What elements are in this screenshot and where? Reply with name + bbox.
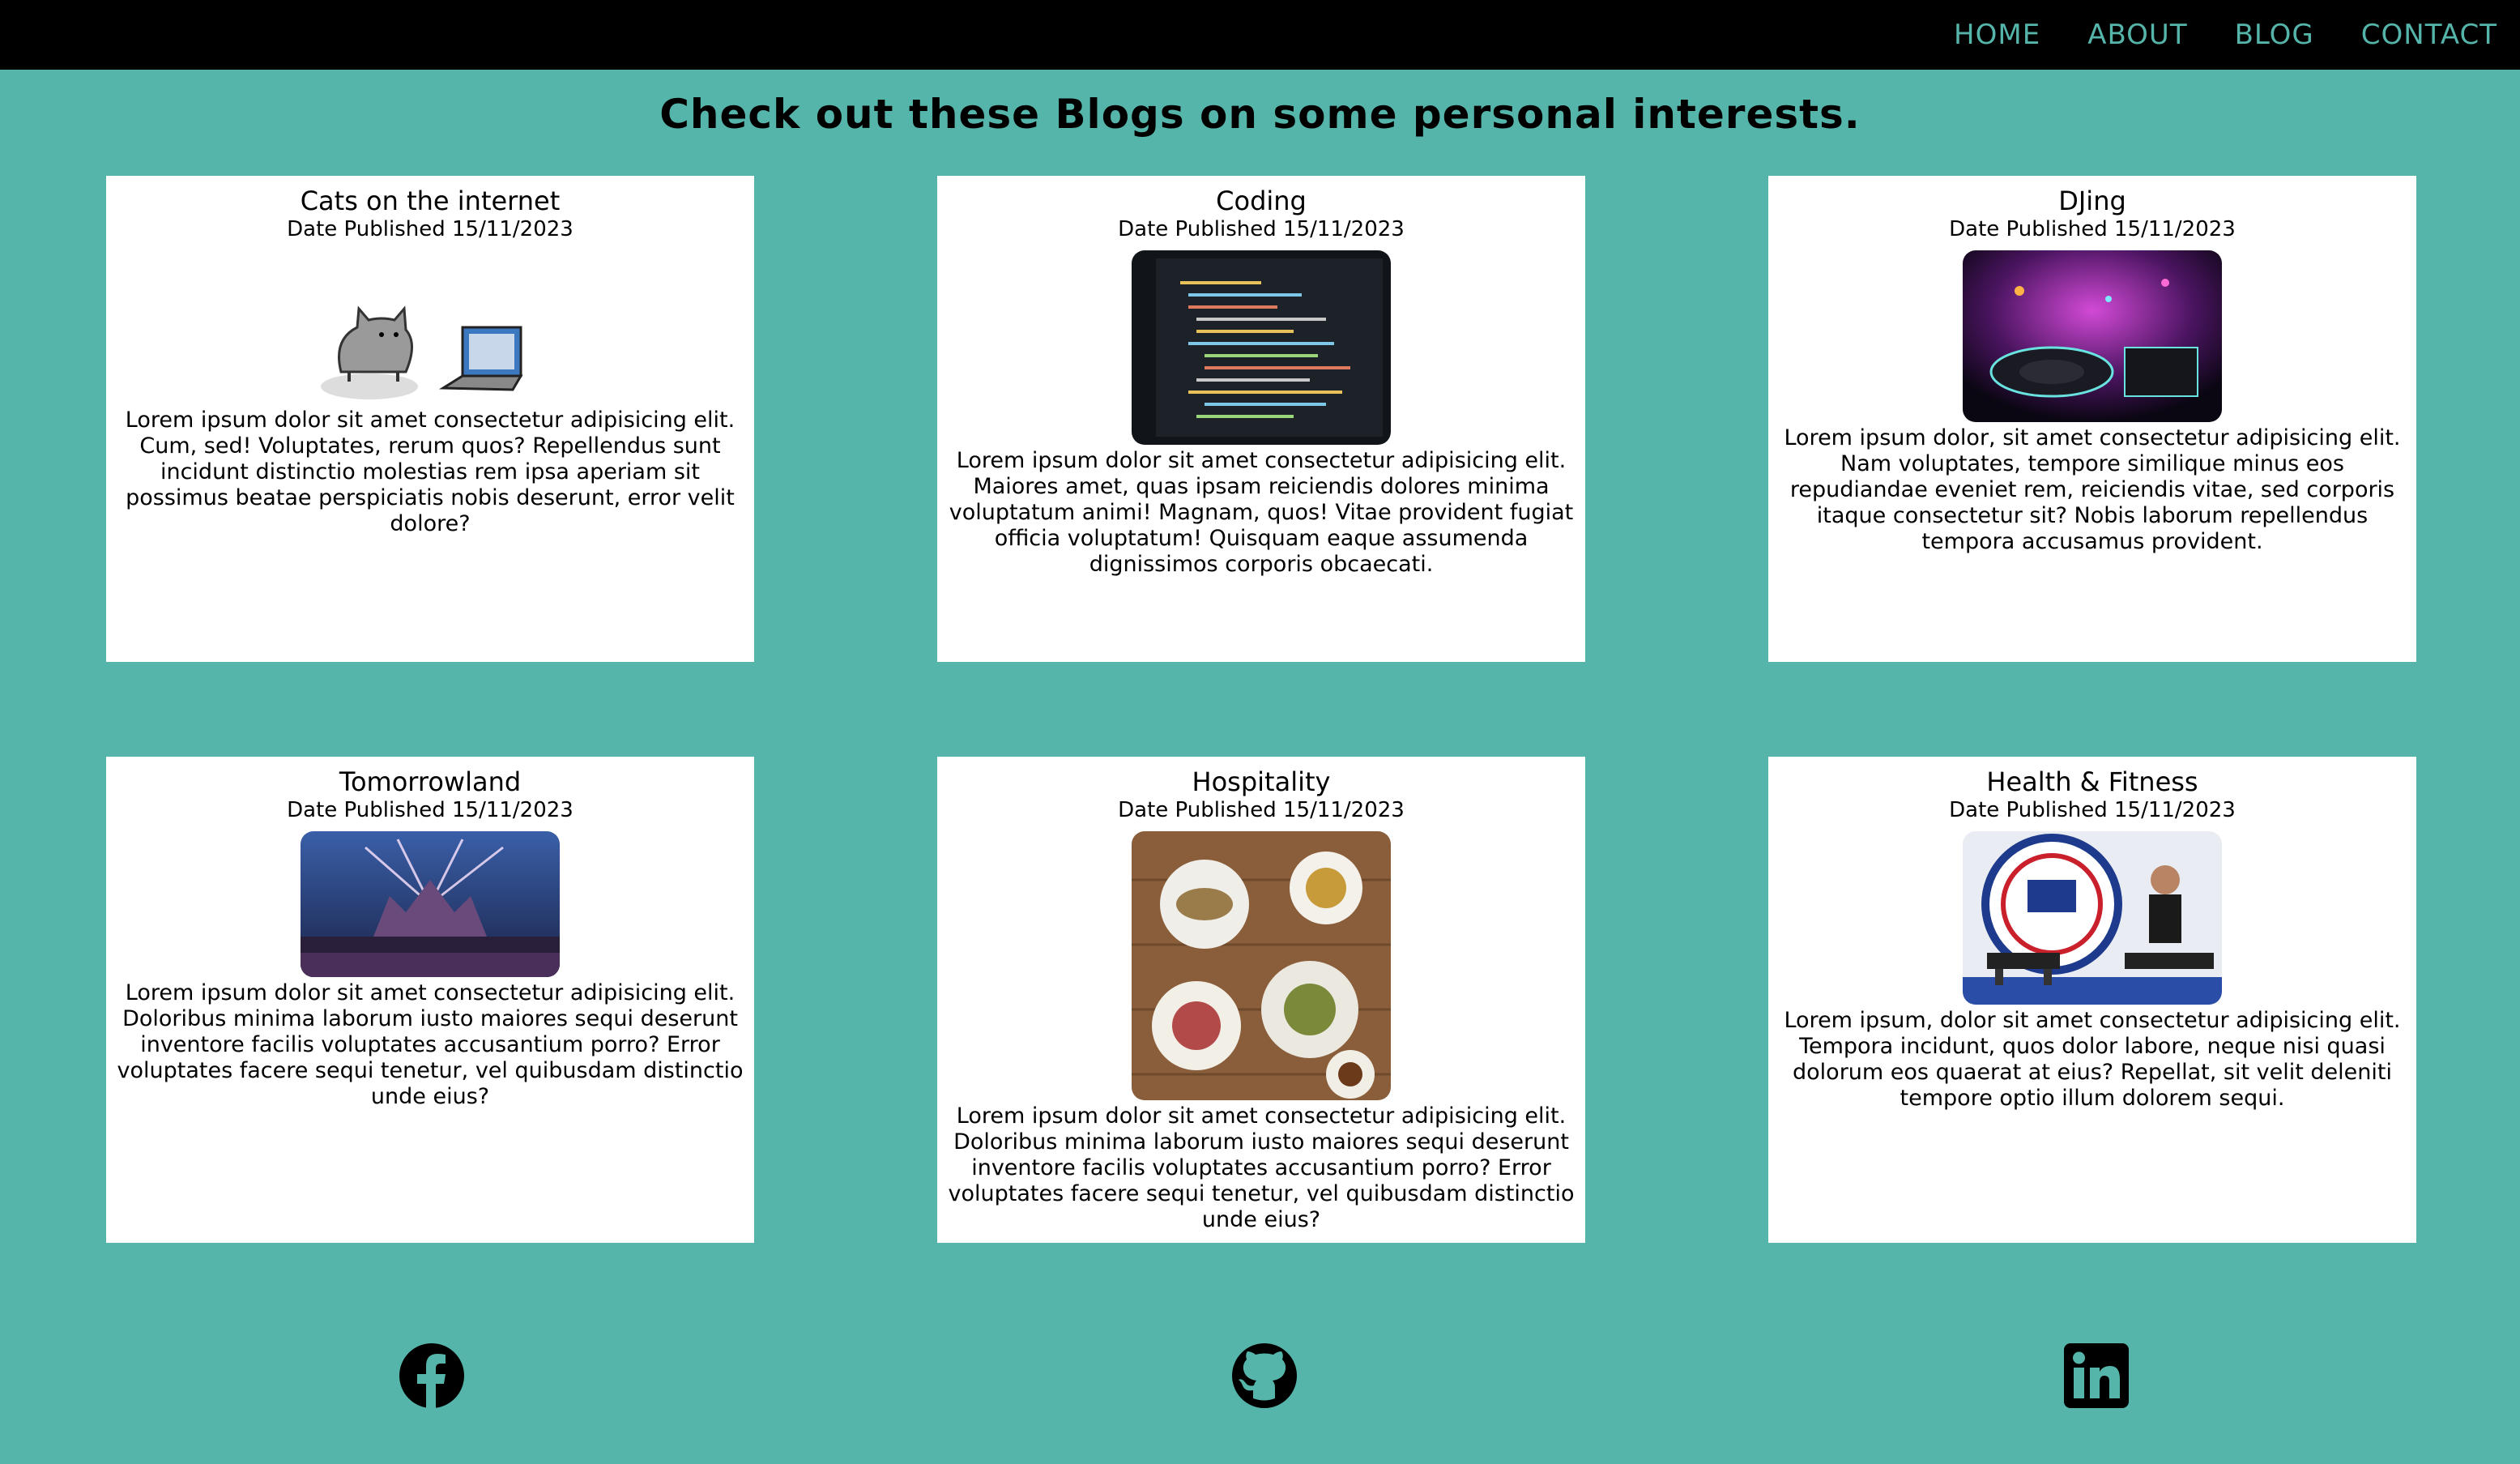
card-date: Date Published 15/11/2023	[287, 217, 574, 241]
festival-image	[301, 831, 560, 977]
blog-card-cats[interactable]: Cats on the internet Date Published 15/1…	[106, 176, 754, 662]
dj-deck-image	[1963, 250, 2222, 422]
nav-blog-link[interactable]: Blog	[2235, 19, 2314, 51]
card-date: Date Published 15/11/2023	[1949, 798, 2236, 822]
card-date: Date Published 15/11/2023	[1949, 217, 2236, 241]
cat-laptop-illustration	[301, 250, 560, 404]
card-body: Lorem ipsum dolor sit amet consectetur a…	[948, 1103, 1575, 1232]
card-date: Date Published 15/11/2023	[287, 798, 574, 822]
card-body: Lorem ipsum dolor, sit amet consectetur …	[1784, 425, 2401, 554]
coding-screen-image	[1132, 250, 1391, 445]
blog-card-coding[interactable]: Coding Date Published 15/11/2023 Lorem i…	[937, 176, 1585, 662]
card-title: Hospitality	[1192, 766, 1331, 797]
card-body: Lorem ipsum dolor sit amet consectetur a…	[949, 448, 1574, 577]
card-date: Date Published 15/11/2023	[1118, 217, 1405, 241]
nav-home-link[interactable]: Home	[1954, 19, 2040, 51]
card-body: Lorem ipsum dolor sit amet consectetur a…	[125, 408, 736, 536]
gym-image	[1963, 831, 2222, 1005]
nav-contact-link[interactable]: Contact	[2361, 19, 2497, 51]
card-date: Date Published 15/11/2023	[1118, 798, 1405, 822]
top-nav-bar: Home About Blog Contact	[0, 0, 2520, 70]
github-icon[interactable]	[1230, 1342, 1298, 1410]
page-title: Check out these Blogs on some personal i…	[659, 91, 1861, 138]
food-plates-image	[1132, 831, 1391, 1100]
nav-about-link[interactable]: About	[2087, 19, 2187, 51]
card-title: Cats on the internet	[300, 186, 561, 216]
linkedin-icon[interactable]	[2062, 1342, 2130, 1410]
blog-card-hospitality[interactable]: Hospitality Date Published 15/11/2023 Lo…	[937, 757, 1585, 1243]
facebook-icon[interactable]	[398, 1342, 466, 1410]
blog-card-djing[interactable]: DJing Date Published 15/11/2023 Lorem ip…	[1768, 176, 2416, 662]
card-title: Tomorrowland	[339, 766, 522, 797]
main-nav: Home About Blog Contact	[1954, 0, 2520, 70]
card-body: Lorem ipsum dolor sit amet consectetur a…	[117, 980, 744, 1109]
card-title: DJing	[2058, 186, 2126, 216]
blog-card-tomorrowland[interactable]: Tomorrowland Date Published 15/11/2023 L…	[106, 757, 754, 1243]
blog-card-health-fitness[interactable]: Health & Fitness Date Published 15/11/20…	[1768, 757, 2416, 1243]
card-body: Lorem ipsum, dolor sit amet consectetur …	[1784, 1008, 2401, 1111]
card-title: Coding	[1216, 186, 1307, 216]
card-title: Health & Fitness	[1986, 766, 2198, 797]
